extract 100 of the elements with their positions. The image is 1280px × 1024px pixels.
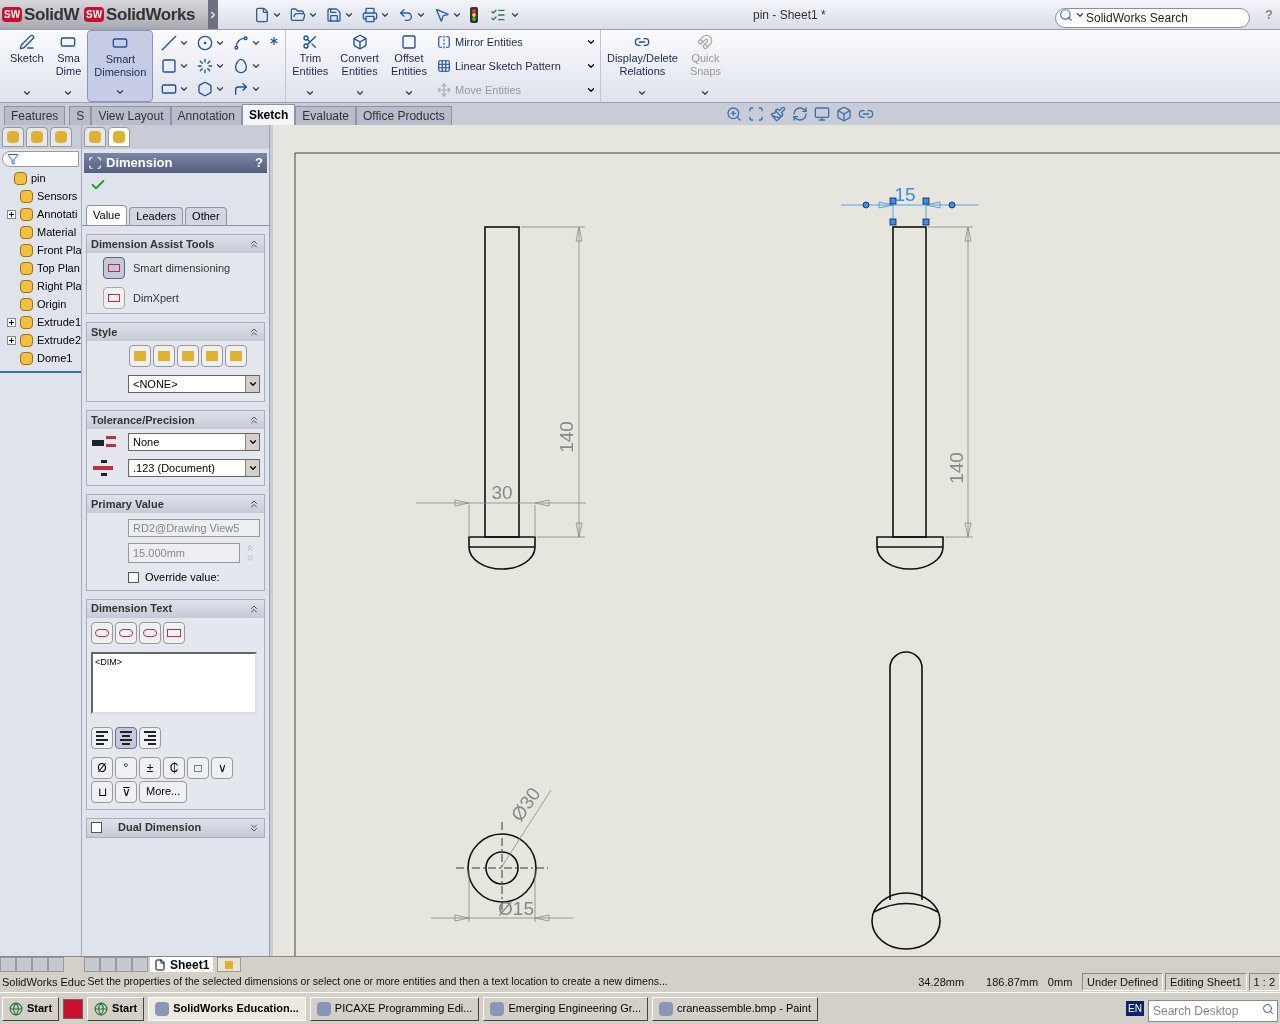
dimension-text-field[interactable]: <DIM> — [91, 651, 257, 714]
folder-icon[interactable] — [290, 6, 306, 23]
symbol-button[interactable]: ⊔ — [91, 780, 113, 803]
pointer-icon[interactable] — [434, 6, 450, 23]
ribbon-button[interactable]: Convert Entities — [334, 30, 385, 102]
panel-tab[interactable]: Value — [86, 205, 128, 225]
traffic-light-icon[interactable] — [470, 6, 478, 23]
fillet-icon[interactable] — [233, 80, 250, 97]
document-icon[interactable] — [254, 6, 270, 23]
circle-icon[interactable] — [197, 35, 214, 52]
dimension-line[interactable] — [415, 499, 587, 538]
tree-item[interactable]: Extrude2 — [37, 331, 81, 349]
collapse-icon[interactable] — [248, 498, 260, 510]
caret-icon[interactable] — [247, 437, 258, 447]
expand-icon[interactable] — [6, 335, 16, 345]
align-icon[interactable] — [91, 726, 113, 749]
pattern-icon[interactable] — [436, 59, 451, 73]
ribbon-tab[interactable]: View Layout — [91, 106, 171, 125]
align-icon[interactable] — [115, 726, 137, 749]
checkbox[interactable] — [91, 822, 102, 833]
tool-label[interactable]: Smart dimensioning — [133, 259, 231, 277]
ribbon-tab[interactable]: Evaluate — [295, 106, 356, 125]
panel-tab[interactable]: Other — [185, 207, 227, 225]
filter-field[interactable] — [2, 151, 79, 167]
collapse-icon[interactable] — [248, 414, 260, 426]
property-tab-icon[interactable] — [108, 127, 130, 147]
symbol-button[interactable]: ∨ — [211, 756, 233, 779]
tree-item[interactable]: Origin — [37, 295, 67, 313]
help-button[interactable]: ? — [255, 153, 263, 173]
ribbon-tab[interactable]: Sketch — [241, 104, 296, 125]
tolerance-select[interactable]: None — [128, 433, 260, 451]
taskbar-window-button[interactable]: craneassemble.bmp - Paint — [652, 996, 818, 1021]
undo-icon[interactable] — [398, 6, 414, 23]
app-launch-icon[interactable] — [63, 998, 84, 1019]
start-button[interactable]: Start — [87, 996, 145, 1021]
tool-icon[interactable] — [103, 287, 125, 309]
tree-item[interactable]: Front Pla — [37, 241, 81, 259]
ribbon-button[interactable]: Offset Entities — [384, 30, 433, 102]
tree-item[interactable]: Dome1 — [37, 349, 73, 367]
taskbar-window-button[interactable]: SolidWorks Education... — [148, 996, 306, 1021]
desktop-search-field[interactable]: Search Desktop — [1148, 999, 1278, 1022]
ribbon-tab[interactable]: Features — [4, 106, 66, 125]
zoom-icon[interactable] — [726, 106, 742, 122]
symbol-button[interactable]: ± — [139, 756, 161, 779]
more-button[interactable]: More... — [139, 780, 188, 803]
collapse-icon[interactable] — [248, 238, 260, 250]
sheet-tab[interactable]: Sheet1 — [150, 957, 214, 972]
ribbon-tab[interactable]: S — [69, 106, 92, 125]
expand-icon[interactable] — [6, 317, 16, 327]
precision-select[interactable]: .123 (Document) — [128, 459, 260, 477]
line-icon[interactable] — [161, 35, 178, 52]
checkbox-label[interactable]: Override value: — [145, 569, 220, 586]
view-cube-icon[interactable] — [836, 106, 852, 122]
spline-icon[interactable] — [233, 35, 250, 52]
symbol-button[interactable]: ₵ — [163, 756, 185, 779]
tool-icon[interactable] — [103, 257, 125, 279]
style-select[interactable]: <NONE> — [128, 375, 260, 393]
panel-tab[interactable]: Leaders — [129, 207, 184, 225]
language-indicator[interactable]: EN — [1126, 1001, 1144, 1016]
ribbon-button[interactable]: Display/Delete Relations — [600, 30, 684, 102]
ribbon-button[interactable]: Trim Entities — [286, 30, 335, 102]
tree-item[interactable]: Annotati — [37, 205, 78, 223]
tree-item[interactable]: Top Plan — [37, 259, 80, 277]
tool-label[interactable]: DimXpert — [133, 289, 179, 307]
dimension-line[interactable] — [430, 869, 574, 923]
checkbox[interactable] — [128, 571, 139, 583]
ribbon-button[interactable]: Sma Dime — [49, 30, 88, 102]
rectangle-icon[interactable] — [161, 58, 178, 74]
search-field[interactable]: SolidWorks Search — [1055, 7, 1250, 28]
tree-item[interactable]: Right Pla — [37, 277, 81, 295]
rebuild-icon[interactable] — [792, 106, 808, 122]
save-icon[interactable] — [326, 6, 342, 23]
start-button[interactable]: Start — [2, 996, 60, 1021]
mirror-icon[interactable] — [436, 35, 451, 50]
symbol-button[interactable]: Ø — [91, 756, 113, 779]
expand-icon[interactable] — [6, 209, 16, 219]
symbol-button[interactable]: ⊽ — [115, 780, 137, 803]
caret-icon[interactable] — [247, 379, 258, 389]
ribbon-button[interactable]: Sketch — [4, 30, 50, 102]
display-icon[interactable] — [814, 106, 830, 122]
ribbon-list-item[interactable]: Mirror Entities — [454, 34, 582, 51]
ribbon-list-item[interactable]: Linear Sketch Pattern — [454, 57, 582, 75]
taskbar-window-button[interactable]: PICAXE Programming Edi... — [309, 996, 480, 1021]
tree-item[interactable]: pin — [31, 169, 46, 187]
ribbon-tab[interactable]: Annotation — [170, 106, 242, 125]
taskbar-window-button[interactable]: Emerging Engineering Gr... — [483, 996, 649, 1021]
arc-icon[interactable] — [197, 58, 214, 74]
symbol-button[interactable]: ° — [115, 756, 137, 779]
polygon-icon[interactable] — [197, 80, 214, 97]
dimension-line[interactable] — [500, 789, 552, 869]
ribbon-button[interactable]: Smart Dimension — [87, 30, 154, 102]
caret-icon[interactable] — [247, 463, 258, 473]
printer-icon[interactable] — [362, 6, 378, 23]
collapse-icon[interactable] — [248, 326, 260, 338]
ribbon-tab[interactable]: Office Products — [356, 106, 452, 125]
tree-item[interactable]: Extrude1 — [37, 313, 81, 331]
tree-item[interactable]: Sensors — [37, 187, 78, 205]
align-icon[interactable] — [139, 726, 161, 749]
symbol-button[interactable]: □ — [187, 756, 209, 779]
tree-item[interactable]: Material — [37, 223, 77, 241]
